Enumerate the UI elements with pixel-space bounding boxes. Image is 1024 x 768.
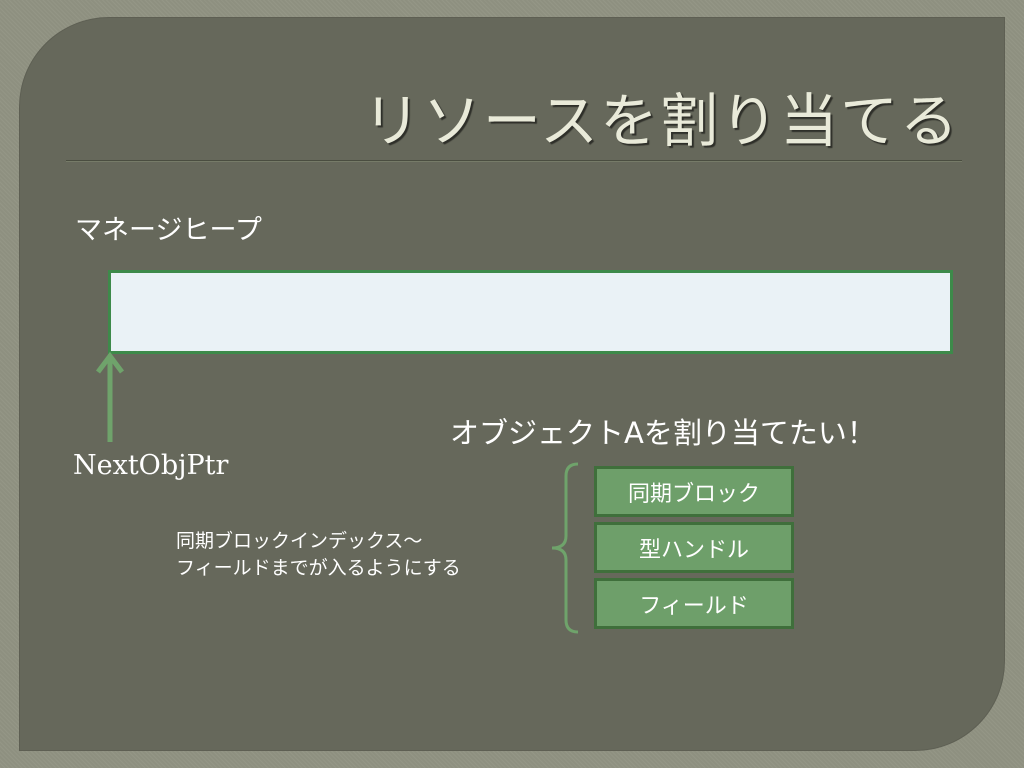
managed-heap-bar [108,270,953,354]
title-divider [66,160,962,161]
next-obj-ptr-label: NextObjPtr [73,450,229,481]
managed-heap-label: マネージヒープ [75,215,262,246]
allocate-object-a-label: オブジェクトAを割り当てたい！ [450,416,876,450]
fields-block: フィールド [594,578,794,629]
sync-block: 同期ブロック [594,466,794,517]
next-obj-ptr-arrow-icon [96,352,124,442]
slide-title: リソースを割り当てる [362,87,960,155]
allocation-note-line: フィールドまでが入るようにする [176,557,461,579]
curly-brace-icon [551,462,579,634]
type-handle-block: 型ハンドル [594,522,794,573]
allocation-note: 同期ブロックインデックス～ フィールドまでが入るようにする [176,528,461,582]
allocation-note-line: 同期ブロックインデックス～ [176,530,423,552]
